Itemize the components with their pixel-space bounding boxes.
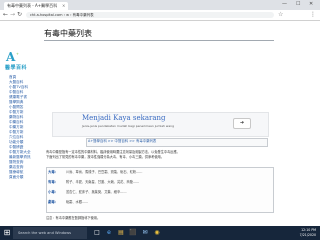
site-logo[interactable]: A [6,50,15,64]
sidebar-item[interactable]: 醫學詞典 [9,100,23,105]
ad-title[interactable]: Menjadi Kaya sekarang [82,114,166,123]
list-row-text[interactable]: 苦杏仁、蛇床子、吳茱萸、艾葉、細辛…… [66,190,127,194]
sidebar-item[interactable]: 健康電子書 [9,95,27,100]
sidebar-item[interactable]: 大醫百科 [9,80,23,85]
article-paragraph: 下面列出了常見的有毒中藥，按毒性強弱分為大毒、有毒、小毒三類，供參考使用。 [46,155,164,159]
sidebar-item[interactable]: 醫療導航 [9,170,23,175]
bookmark-star-icon[interactable]: ☆ [278,11,283,19]
taskbar-search-placeholder[interactable]: Search the web and Windows [18,227,71,239]
sidebar-item[interactable]: 穴位百科 [9,135,23,140]
list-row-text[interactable]: 附子、半夏、天南星、甘遂、大戟、芫花、商陸…… [66,180,139,184]
windows-start-icon[interactable]: ⊞ [2,228,12,238]
chrome-icon[interactable]: ◉ [152,228,162,238]
sidebar-item[interactable]: 首頁 [9,75,16,80]
list-row-heading: 有毒： [48,180,59,184]
list-row-heading: 小毒： [48,190,59,194]
sidebar-item[interactable]: 中醫方劑 [9,130,23,135]
back-icon[interactable]: ← [3,11,8,19]
breadcrumb-text[interactable]: A+醫學百科 >> 中醫百科 >> 有毒中藥列表 [88,138,156,145]
sidebar-item[interactable]: 中醫方劑大全 [9,150,31,155]
article-paragraph: 有毒中藥是指有一定毒性的中藥材料，臨床使用時要注意劑量及炮製方法，以免發生中毒反… [46,150,180,154]
close-icon[interactable]: ✕ [309,1,313,8]
sidebar-item[interactable]: 中醫方劑 [9,110,23,115]
ad-arrow-button[interactable]: ➜ [233,118,251,129]
sidebar-item[interactable]: 醫院查詢 [9,160,23,165]
tray-clock[interactable]: 12:10 PM 7/21/2020 [294,228,316,237]
forward-icon[interactable]: → [10,11,15,19]
sidebar-item[interactable]: 小醫問答 [9,105,23,110]
title-divider [44,40,274,41]
sidebar-item[interactable]: 中藥百科 [9,120,23,125]
sidebar-item[interactable]: 功能分類 [9,140,23,145]
list-row-heading: 劇毒： [48,200,59,204]
page-title: 有毒中藥列表 [44,29,92,38]
sidebar-item[interactable]: 藥店查詢 [9,165,23,170]
site-logo-text[interactable]: 醫學百科 [5,65,27,71]
file-explorer-icon[interactable]: ▤ [116,228,126,238]
sidebar-item[interactable]: 中藥方劑 [9,125,23,130]
store-icon[interactable]: ⬛ [128,228,138,238]
reload-icon[interactable]: ↻ [17,11,22,19]
task-view-icon[interactable]: □ [92,228,102,238]
address-text[interactable]: cht.a-hospital.com › w › 有毒中藥列表 [30,12,94,18]
menu-icon[interactable]: ⋮ [310,11,316,19]
mail-icon[interactable]: ✉ [140,228,150,238]
list-row-text[interactable]: 川烏、草烏、馬錢子、巴豆霜、斑蝥、砒石、紅粉…… [66,170,143,174]
sidebar-item[interactable]: 頁面分類 [9,175,23,180]
sidebar-item[interactable]: 中醫百科 [9,90,23,95]
sidebar-item[interactable]: 小醫TV百科 [9,85,28,90]
edge-browser-icon[interactable]: e [104,228,114,238]
article-note: 注意：有毒中藥應在醫師指導下使用。 [46,216,101,220]
minimize-icon[interactable]: — [282,1,287,8]
ad-subtitle: Jenis-jenis pendekatan mudah bagi peneri… [82,124,174,128]
site-logo-plus: + [16,52,19,56]
list-row-heading: 大毒： [48,170,59,174]
tab-title[interactable]: 有毒中藥列表 - A+醫學百科 [7,2,57,10]
maximize-icon[interactable]: ☐ [296,1,300,8]
sidebar-item[interactable]: 中醫辨證 [9,145,23,150]
list-row-text[interactable]: 砒霜、水銀…… [66,200,88,204]
tray-date: 7/21/2020 [299,232,316,237]
sidebar-item[interactable]: 最新醫學資訊 [9,155,31,160]
sidebar-item[interactable]: 藥物百科 [9,115,23,120]
tab-close-icon[interactable]: × [62,2,65,10]
